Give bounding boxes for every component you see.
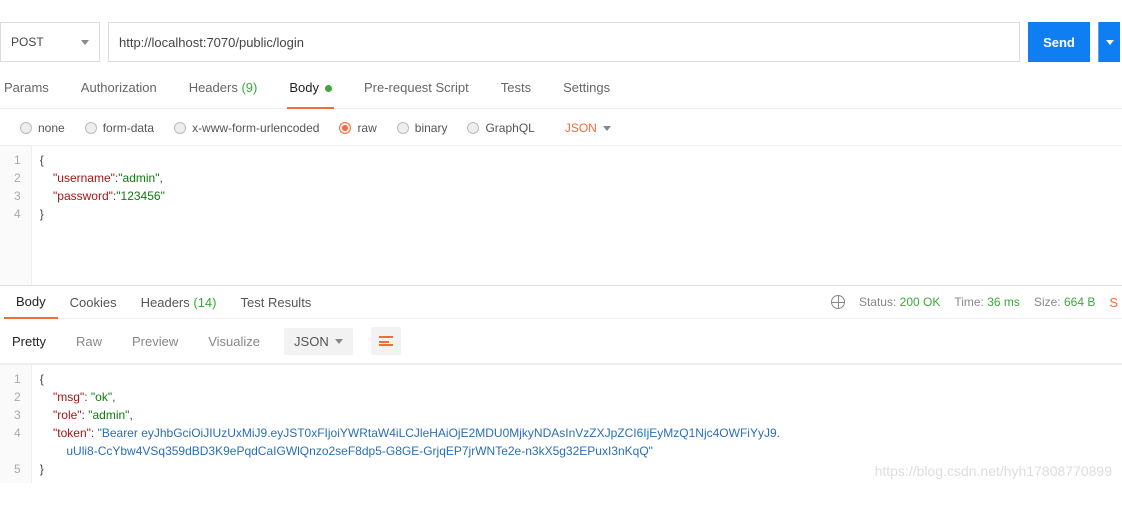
radio-xwww[interactable]: x-www-form-urlencoded [174, 121, 319, 135]
send-button[interactable]: Send [1028, 22, 1090, 62]
response-format-select[interactable]: JSON [284, 328, 353, 355]
url-value: http://localhost:7070/public/login [119, 35, 304, 50]
view-visualize[interactable]: Visualize [202, 330, 266, 353]
radio-graphql[interactable]: GraphQL [467, 121, 534, 135]
radio-formdata[interactable]: form-data [85, 121, 154, 135]
code-area: { "msg": "ok", "role": "admin", "token":… [32, 365, 788, 483]
body-type-row: none form-data x-www-form-urlencoded raw… [0, 109, 1122, 145]
response-toolbar: Pretty Raw Preview Visualize JSON [0, 319, 1122, 364]
radio-icon [174, 122, 186, 134]
radio-binary[interactable]: binary [397, 121, 448, 135]
chevron-down-icon [335, 339, 343, 344]
resp-tab-cookies[interactable]: Cookies [58, 287, 129, 318]
http-method-select[interactable]: POST [0, 22, 100, 62]
status-meta: Status: 200 OK [859, 295, 940, 309]
code-area[interactable]: { "username":"admin", "password":"123456… [32, 146, 173, 285]
http-method-value: POST [11, 35, 44, 49]
radio-none[interactable]: none [20, 121, 65, 135]
raw-format-select[interactable]: JSON [565, 121, 611, 135]
tab-headers[interactable]: Headers (9) [187, 80, 260, 108]
chevron-down-icon [81, 40, 89, 45]
response-body-viewer[interactable]: 1 2 3 4 5 { "msg": "ok", "role": "admin"… [0, 364, 1122, 483]
url-input[interactable]: http://localhost:7070/public/login [108, 22, 1020, 62]
gutter: 1 2 3 4 [0, 146, 32, 285]
tab-settings[interactable]: Settings [561, 80, 612, 108]
send-dropdown-button[interactable] [1098, 22, 1120, 62]
response-tabs: Body Cookies Headers (14) Test Results S… [0, 285, 1122, 319]
radio-icon [397, 122, 409, 134]
radio-raw[interactable]: raw [339, 121, 376, 135]
resp-tab-testresults[interactable]: Test Results [229, 287, 324, 318]
globe-icon[interactable] [831, 295, 845, 309]
tab-params[interactable]: Params [2, 80, 51, 108]
tab-tests[interactable]: Tests [499, 80, 533, 108]
tab-prerequest[interactable]: Pre-request Script [362, 80, 471, 108]
modified-dot-icon [325, 85, 332, 92]
tab-body[interactable]: Body [287, 80, 334, 109]
gutter: 1 2 3 4 5 [0, 365, 32, 483]
view-pretty[interactable]: Pretty [6, 330, 52, 353]
radio-icon [339, 122, 351, 134]
chevron-down-icon [1106, 40, 1114, 45]
radio-icon [467, 122, 479, 134]
resp-tab-headers[interactable]: Headers (14) [129, 287, 229, 318]
view-preview[interactable]: Preview [126, 330, 184, 353]
chevron-down-icon [603, 126, 611, 131]
view-raw[interactable]: Raw [70, 330, 108, 353]
radio-icon [85, 122, 97, 134]
resp-tab-body[interactable]: Body [4, 286, 58, 319]
time-meta: Time: 36 ms [954, 295, 1020, 309]
watermark-text: https://blog.csdn.net/hyh17808770899 [875, 463, 1112, 479]
tab-authorization[interactable]: Authorization [79, 80, 159, 108]
wrap-lines-icon [379, 336, 393, 346]
wrap-lines-button[interactable] [371, 327, 401, 355]
size-meta: Size: 664 B [1034, 295, 1095, 309]
request-tabs: Params Authorization Headers (9) Body Pr… [0, 62, 1122, 109]
radio-icon [20, 122, 32, 134]
save-response-cut[interactable]: S [1109, 295, 1118, 310]
request-body-editor[interactable]: 1 2 3 4 { "username":"admin", "password"… [0, 145, 1122, 285]
